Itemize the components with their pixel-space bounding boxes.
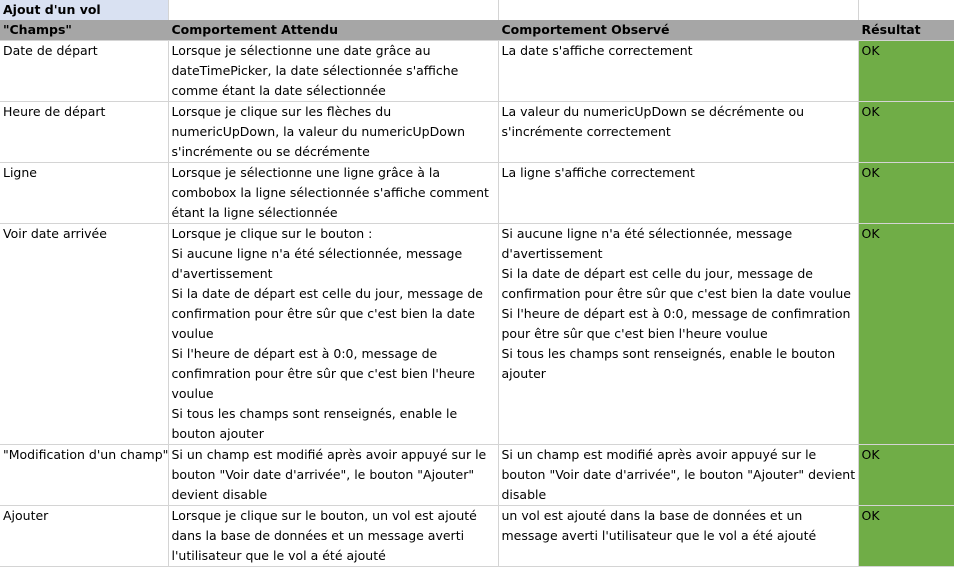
cell-observe[interactable]: La valeur du numericUpDown se décrémente… [498,101,859,163]
header-row: "Champs" Comportement Attendu Comporteme… [0,20,954,41]
cell-attendu[interactable]: Lorsque je clique sur le bouton : Si aucu… [168,223,499,445]
table-row: Heure de départ Lorsque je clique sur les… [0,101,954,163]
test-sheet: Ajout d'un vol "Champs" Comportement Att… [0,0,954,567]
cell-resultat[interactable]: OK [858,40,954,102]
sheet-title[interactable]: Ajout d'un vol [0,0,169,20]
cell-attendu[interactable]: Lorsque je sélectionne une date grâce au… [168,40,499,102]
cell-champ[interactable]: Ligne [0,162,169,224]
table-body: Date de départ Lorsque je sélectionne une… [0,40,954,567]
cell-resultat[interactable]: OK [858,162,954,224]
cell-resultat[interactable]: OK [858,505,954,567]
header-resultat[interactable]: Résultat [858,20,954,41]
cell-attendu[interactable]: Lorsque je clique sur le bouton, un vol … [168,505,499,567]
cell-champ[interactable]: Voir date arrivée [0,223,169,445]
cell-observe[interactable]: Si aucune ligne n'a été sélectionnée, me… [498,223,859,445]
cell-observe[interactable]: La date s'affiche correctement [498,40,859,102]
cell-observe[interactable]: un vol est ajouté dans la base de donnée… [498,505,859,567]
empty-cell[interactable] [498,0,859,20]
cell-champ[interactable]: Heure de départ [0,101,169,163]
table-row: "Modification d'un champ" Si un champ est… [0,444,954,506]
cell-observe[interactable]: Si un champ est modifié après avoir appu… [498,444,859,506]
cell-resultat[interactable]: OK [858,223,954,445]
cell-resultat[interactable]: OK [858,101,954,163]
cell-champ[interactable]: Date de départ [0,40,169,102]
title-row: Ajout d'un vol [0,0,954,20]
cell-champ[interactable]: Ajouter [0,505,169,567]
cell-resultat[interactable]: OK [858,444,954,506]
cell-observe[interactable]: La ligne s'affiche correctement [498,162,859,224]
table-row: Ligne Lorsque je sélectionne une ligne gr… [0,162,954,224]
header-champs[interactable]: "Champs" [0,20,169,41]
empty-cell[interactable] [858,0,954,20]
cell-attendu[interactable]: Lorsque je clique sur les flèches du num… [168,101,499,163]
empty-cell[interactable] [168,0,499,20]
table-row: Voir date arrivée Lorsque je clique sur l… [0,223,954,445]
header-attendu[interactable]: Comportement Attendu [168,20,499,41]
header-observe[interactable]: Comportement Observé [498,20,859,41]
cell-attendu[interactable]: Lorsque je sélectionne une ligne grâce à… [168,162,499,224]
cell-attendu[interactable]: Si un champ est modifié après avoir appu… [168,444,499,506]
table-row: Ajouter Lorsque je clique sur le bouton, … [0,505,954,567]
cell-champ[interactable]: "Modification d'un champ" [0,444,169,506]
table-row: Date de départ Lorsque je sélectionne une… [0,40,954,102]
